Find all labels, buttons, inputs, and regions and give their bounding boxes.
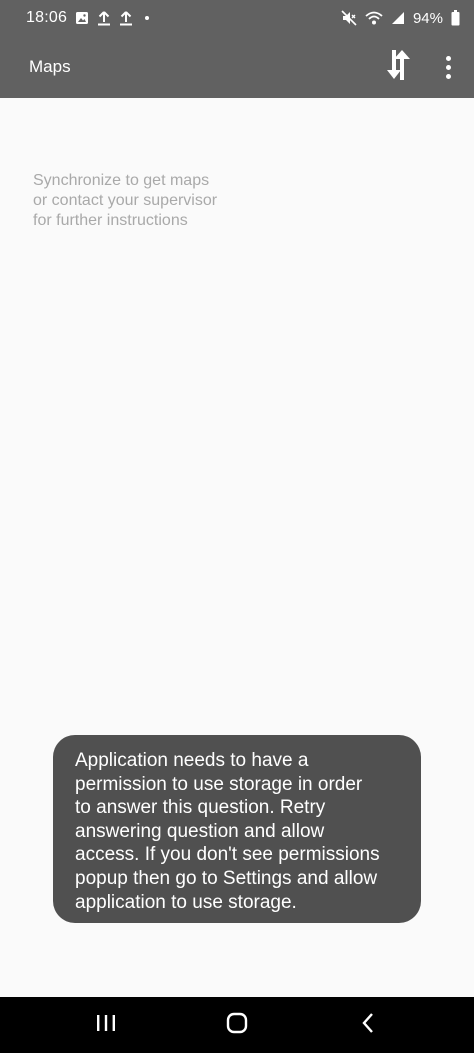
wifi-icon xyxy=(365,11,383,25)
mute-icon xyxy=(341,10,357,26)
toast-line: to answer this question. Retry xyxy=(75,797,326,819)
status-bar: 18:06 94% xyxy=(0,0,474,36)
screen: 18:06 94% Maps Synchronize to get maps o… xyxy=(0,0,474,1053)
empty-state-message: Synchronize to get maps or contact your … xyxy=(33,171,293,231)
battery-icon xyxy=(451,10,460,26)
notification-dot-icon xyxy=(145,16,150,20)
navigation-bar xyxy=(0,997,474,1053)
toast-line: application to use storage. xyxy=(75,891,297,913)
app-bar: Maps xyxy=(0,36,474,98)
toast-line: permission to use storage in order xyxy=(75,773,363,795)
recents-button[interactable] xyxy=(76,997,136,1053)
more-vert-icon xyxy=(445,55,451,61)
home-button[interactable] xyxy=(207,997,267,1053)
toast-line: access. If you don't see permissions xyxy=(75,844,380,866)
more-vert-icon-dot xyxy=(445,64,451,70)
status-right: 94% xyxy=(341,10,460,27)
empty-state-line: Synchronize to get maps xyxy=(33,172,210,189)
upload-icon xyxy=(97,10,111,26)
battery-percentage: 94% xyxy=(412,9,443,27)
status-left: 18:06 xyxy=(26,9,150,27)
sync-button[interactable] xyxy=(384,48,414,87)
empty-state-line: or contact your supervisor xyxy=(33,192,218,209)
signal-icon xyxy=(391,11,405,25)
toast-line: popup then go to Settings and allow xyxy=(75,867,378,889)
sync-icon xyxy=(385,48,413,87)
back-button[interactable] xyxy=(338,997,398,1053)
back-icon xyxy=(360,1012,376,1039)
status-time: 18:06 xyxy=(26,9,68,26)
recents-icon xyxy=(95,1013,117,1038)
page-title: Maps xyxy=(29,57,71,76)
toast-line: answering question and allow xyxy=(75,820,325,842)
permission-toast: Application needs to have a permission t… xyxy=(53,735,421,923)
more-options-button[interactable] xyxy=(436,50,460,84)
upload-icon xyxy=(119,10,133,26)
empty-state-line: for further instructions xyxy=(33,212,188,229)
home-icon xyxy=(225,1011,249,1040)
more-vert-icon-dot xyxy=(445,73,451,79)
image-icon xyxy=(75,11,89,25)
toast-line: Application needs to have a xyxy=(75,750,309,771)
